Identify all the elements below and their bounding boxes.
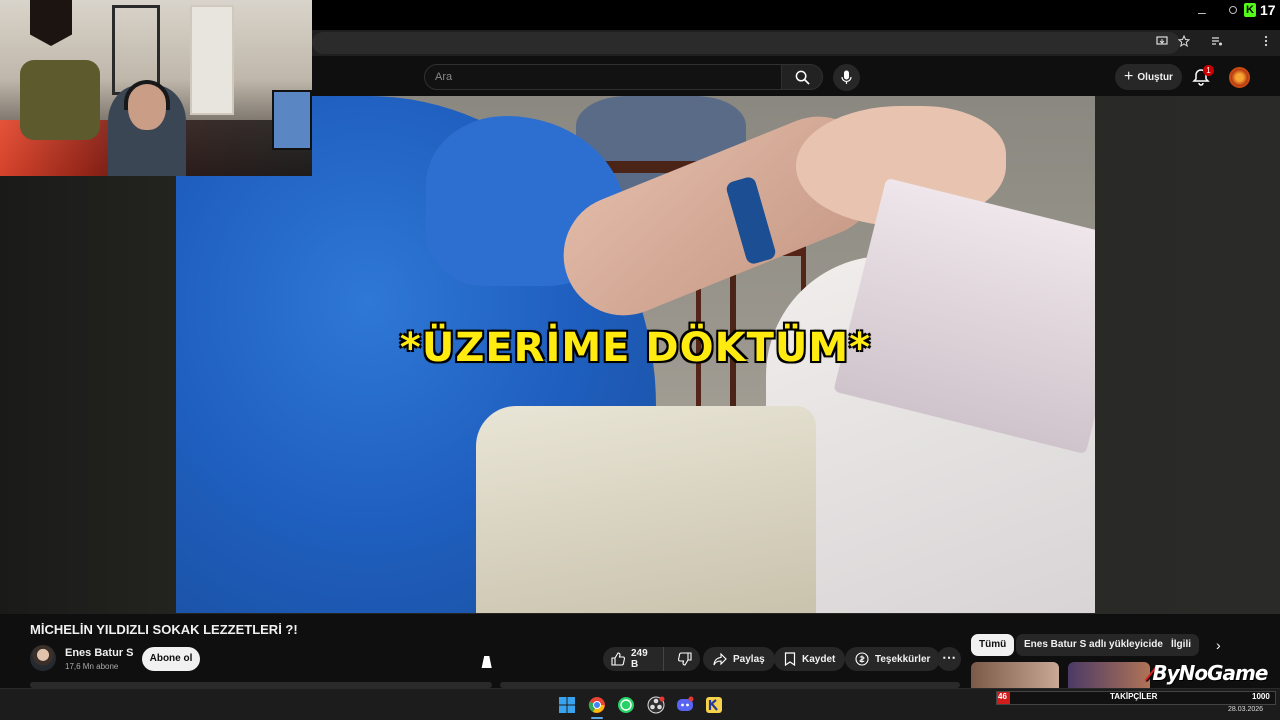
chip-uploader[interactable]: Enes Batur S adlı yükleyiciden: [1016, 634, 1178, 656]
mouse-cursor: [481, 656, 495, 668]
obs-icon[interactable]: [647, 696, 665, 714]
address-bar[interactable]: [312, 32, 1180, 54]
bookmark-star-icon[interactable]: [1178, 35, 1190, 47]
save-button[interactable]: Kaydet: [774, 647, 846, 671]
search-icon: [795, 70, 810, 85]
video-pants: [476, 406, 816, 613]
webcam-door: [190, 5, 234, 115]
webcam-armchair: [20, 60, 100, 140]
voice-search-button[interactable]: [833, 64, 860, 91]
follower-goal-label: TAKİPÇİLER: [1110, 692, 1158, 701]
active-app-indicator: [591, 717, 603, 719]
create-button[interactable]: + Oluştur: [1115, 64, 1182, 90]
kick-icon: K: [1244, 3, 1256, 17]
chip-related[interactable]: İlgili: [1163, 634, 1199, 656]
windows-start-icon[interactable]: [558, 696, 576, 714]
like-count: 249 B: [631, 648, 648, 670]
browser-menu-icon[interactable]: [1260, 35, 1272, 47]
subscribe-button[interactable]: Abone ol: [142, 647, 200, 671]
like-dislike-group: 249 B: [603, 647, 700, 671]
mic-icon: [841, 70, 852, 84]
follower-goal-target: 1000: [1252, 692, 1270, 701]
super-thanks-icon: [855, 652, 869, 666]
follower-current: 46: [998, 692, 1007, 701]
kick-app-icon[interactable]: [705, 696, 723, 714]
install-app-icon[interactable]: [1156, 35, 1168, 47]
bynogame-logo: ⁄ByNoGame: [1150, 661, 1268, 685]
plus-icon: +: [1124, 68, 1134, 85]
search-input[interactable]: Ara: [424, 64, 782, 90]
kick-viewer-count: 17: [1260, 2, 1276, 18]
thanks-button[interactable]: Teşekkürler: [845, 647, 941, 671]
dislike-button[interactable]: [670, 647, 700, 671]
streamer-webcam: [0, 0, 312, 176]
share-icon: [713, 652, 727, 665]
create-label: Oluştur: [1137, 71, 1173, 83]
search-button[interactable]: [781, 64, 823, 90]
share-button[interactable]: Paylaş: [703, 647, 775, 671]
share-label: Paylaş: [733, 653, 765, 665]
whatsapp-icon[interactable]: [617, 696, 635, 714]
screen: – K 17 Ara + Oluştur 1 *ÜZERİME DÖKTÜM* …: [0, 0, 1280, 720]
webcam-monitor: [272, 90, 312, 150]
more-actions-button[interactable]: ⋯: [937, 647, 961, 671]
avatar[interactable]: [1229, 67, 1250, 88]
link-icon: [1229, 6, 1237, 14]
discord-icon[interactable]: [676, 696, 694, 714]
thumbs-up-icon: [611, 652, 625, 666]
save-label: Kaydet: [802, 653, 836, 665]
clock-date: 28.03.2026: [1228, 706, 1264, 713]
thumbs-down-icon: [678, 652, 692, 666]
bookmark-icon: [784, 652, 796, 666]
subscriber-count: 17,6 Mn abone: [65, 662, 119, 671]
video-player[interactable]: *ÜZERİME DÖKTÜM*: [176, 96, 1095, 613]
recommended-thumbnail[interactable]: [971, 662, 1059, 688]
channel-name[interactable]: Enes Batur S: [65, 647, 133, 659]
video-caption: *ÜZERİME DÖKTÜM*: [399, 325, 872, 371]
chrome-icon[interactable]: [588, 696, 606, 714]
channel-avatar[interactable]: [30, 645, 56, 671]
chevron-right-icon[interactable]: ›: [1216, 637, 1221, 653]
like-button[interactable]: 249 B: [603, 647, 664, 671]
notification-badge: 1: [1203, 65, 1214, 76]
media-control-icon[interactable]: [1211, 35, 1223, 47]
recommended-thumbnail[interactable]: [1068, 662, 1150, 688]
minimize-button[interactable]: –: [1198, 4, 1206, 20]
video-title: MİCHELİN YILDIZLI SOKAK LEZZETLERİ ?!: [30, 622, 298, 637]
thanks-label: Teşekkürler: [875, 653, 931, 665]
chip-all[interactable]: Tümü: [971, 634, 1015, 656]
search-placeholder: Ara: [435, 71, 453, 83]
